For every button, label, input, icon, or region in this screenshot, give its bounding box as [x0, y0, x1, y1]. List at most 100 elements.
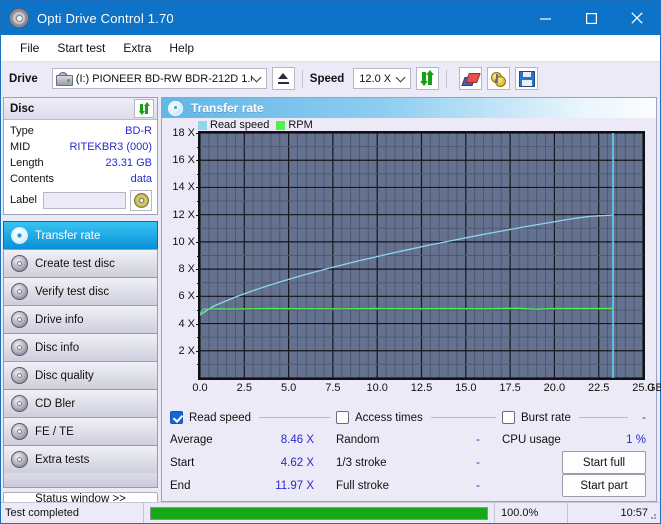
- legend-swatch: [276, 121, 285, 130]
- burst-rate-value: -: [634, 412, 646, 424]
- sidebar-item-label: Disc info: [35, 342, 79, 354]
- drive-select[interactable]: (I:) PIONEER BD-RW BDR-212D 1.03: [52, 68, 267, 89]
- sidebar-nav: Transfer rate Create test disc Verify te…: [3, 221, 158, 488]
- toolbar-divider-2: [446, 70, 447, 88]
- y-axis-tick-label: 18 X: [172, 127, 195, 139]
- sidebar-item-transfer-rate[interactable]: Transfer rate: [3, 221, 158, 249]
- disc-icon: [11, 227, 28, 244]
- y-axis-tick: [196, 160, 200, 161]
- y-axis-tick: [196, 296, 200, 297]
- disc-refresh-button[interactable]: [134, 99, 154, 118]
- y-axis-tick: [196, 269, 200, 270]
- transfer-rate-icon: [168, 101, 183, 116]
- stat-key: Start: [170, 457, 194, 469]
- results-row-end: End 11.97 X Full stroke - Start part: [170, 474, 646, 497]
- burst-rate-checkbox[interactable]: [502, 411, 515, 424]
- checkbox-label: Access times: [355, 412, 423, 424]
- y-axis-tick-label: 14 X: [172, 181, 195, 193]
- close-button[interactable]: [614, 1, 660, 35]
- x-axis-tick-label: 0.0: [192, 382, 207, 394]
- disc-row-value: RITEKBR3 (000): [69, 141, 152, 153]
- panel-title: Transfer rate: [191, 101, 264, 115]
- speed-select[interactable]: 12.0 X: [353, 68, 411, 89]
- sidebar-item-verify-test-disc[interactable]: Verify test disc: [3, 277, 158, 305]
- stat-random: Random -: [336, 434, 502, 446]
- read-speed-checkbox[interactable]: [170, 411, 183, 424]
- stat-cpu-usage: CPU usage 1 %: [502, 434, 646, 446]
- refresh-button[interactable]: [416, 67, 439, 90]
- settings-button[interactable]: [487, 67, 510, 90]
- y-axis-minor-tick: [197, 201, 200, 202]
- gold-discs-icon: [491, 72, 506, 86]
- optical-drive-icon: [56, 72, 72, 85]
- drive-toolbar: Drive (I:) PIONEER BD-RW BDR-212D 1.03 S…: [1, 61, 660, 95]
- menu-item-file[interactable]: File: [11, 38, 48, 58]
- disc-icon: [11, 255, 28, 272]
- sidebar-item-disc-info[interactable]: Disc info: [3, 333, 158, 361]
- legend-item-read-speed: Read speed: [198, 119, 269, 131]
- disc-panel-header: Disc: [4, 98, 157, 120]
- disc-info-list: Type BD-R MID RITEKBR3 (000) Length 23.3…: [4, 120, 157, 214]
- menu-item-extra[interactable]: Extra: [114, 38, 160, 58]
- stat-value: -: [476, 480, 480, 492]
- y-axis-tick-label: 12 X: [172, 209, 195, 221]
- y-axis-tick: [196, 242, 200, 243]
- start-part-button[interactable]: Start part: [562, 474, 646, 497]
- drive-select-value: (I:) PIONEER BD-RW BDR-212D 1.03: [76, 73, 252, 85]
- checkbox-read-speed-group: Read speed: [170, 411, 336, 424]
- maximize-icon: [586, 13, 597, 24]
- minimize-button[interactable]: [522, 1, 568, 35]
- chart-svg: [200, 133, 643, 378]
- eraser-icon: [463, 72, 478, 86]
- drive-label: Drive: [9, 73, 38, 85]
- sidebar-item-label: Drive info: [35, 314, 84, 326]
- start-part-wrap: Start part: [560, 474, 646, 497]
- disc-icon: [11, 339, 28, 356]
- disc-icon: [11, 367, 28, 384]
- menu-item-help[interactable]: Help: [160, 38, 203, 58]
- start-full-button[interactable]: Start full: [562, 451, 646, 474]
- stat-value: 8.46 X: [281, 434, 314, 446]
- disc-label-button[interactable]: [130, 190, 152, 211]
- stat-value: 4.62 X: [281, 457, 314, 469]
- save-button[interactable]: [515, 67, 538, 90]
- sidebar-item-extra-tests[interactable]: Extra tests: [3, 445, 158, 473]
- disc-row-key: Type: [10, 125, 34, 137]
- x-axis-tick-label: 22.5: [588, 382, 609, 394]
- sidebar-item-drive-info[interactable]: Drive info: [3, 305, 158, 333]
- y-axis-tick-label: 10 X: [172, 236, 195, 248]
- disc-label-row: Label: [10, 190, 152, 210]
- sidebar-item-label: Extra tests: [35, 454, 89, 466]
- disc-label-input[interactable]: [43, 192, 126, 209]
- sidebar-filler: [3, 473, 158, 488]
- erase-button[interactable]: [459, 67, 482, 90]
- y-axis-minor-tick: [197, 147, 200, 148]
- disc-panel-title: Disc: [10, 103, 34, 115]
- sidebar-item-label: Transfer rate: [35, 230, 100, 242]
- y-axis-minor-tick: [197, 364, 200, 365]
- disc-row-value: 23.31 GB: [106, 157, 152, 169]
- stat-average: Average 8.46 X: [170, 434, 336, 446]
- y-axis-minor-tick: [197, 283, 200, 284]
- disc-row-key: Length: [10, 157, 44, 169]
- disc-row-key: Contents: [10, 173, 54, 185]
- maximize-button[interactable]: [568, 1, 614, 35]
- y-axis-minor-tick: [197, 228, 200, 229]
- resize-grip[interactable]: [647, 510, 657, 520]
- y-axis-tick: [196, 324, 200, 325]
- sidebar-item-disc-quality[interactable]: Disc quality: [3, 361, 158, 389]
- stat-value: -: [476, 434, 480, 446]
- sidebar-item-cd-bler[interactable]: CD Bler: [3, 389, 158, 417]
- sidebar: Disc Type BD-R MID RITEKBR3 (000): [1, 95, 161, 502]
- sidebar-item-create-test-disc[interactable]: Create test disc: [3, 249, 158, 277]
- menu-item-start-test[interactable]: Start test: [48, 38, 114, 58]
- stat-key: Average: [170, 434, 213, 446]
- y-axis-minor-tick: [197, 174, 200, 175]
- checkbox-burst-rate-group: Burst rate -: [502, 411, 646, 424]
- access-times-checkbox[interactable]: [336, 411, 349, 424]
- y-axis-tick: [196, 187, 200, 188]
- sidebar-item-fe-te[interactable]: FE / TE: [3, 417, 158, 445]
- disc-row-mid: MID RITEKBR3 (000): [10, 139, 152, 155]
- eject-button[interactable]: [272, 67, 295, 90]
- legend-label: Read speed: [210, 119, 269, 131]
